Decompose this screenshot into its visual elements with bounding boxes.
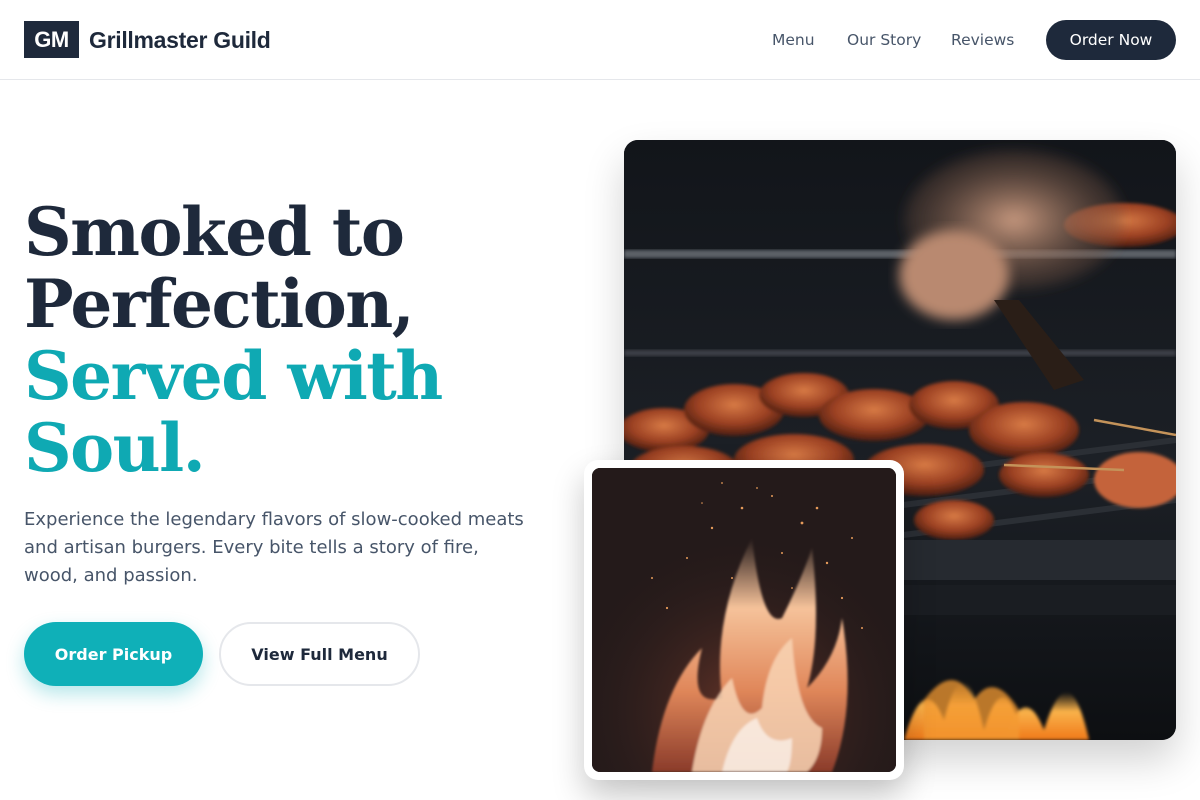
view-full-menu-button[interactable]: View Full Menu	[219, 622, 420, 686]
fire-flames-photo	[592, 468, 896, 772]
logo-mark[interactable]: GM	[24, 21, 79, 58]
order-pickup-button[interactable]: Order Pickup	[24, 622, 203, 686]
order-now-button[interactable]: Order Now	[1046, 20, 1176, 60]
brand-name[interactable]: Grillmaster Guild	[89, 24, 271, 56]
nav-link-menu[interactable]: Menu	[772, 28, 815, 52]
fire-photo-card	[584, 460, 904, 780]
site-header: GM Grillmaster Guild Menu Our Story Revi…	[0, 0, 1200, 80]
nav-link-our-story[interactable]: Our Story	[847, 28, 921, 52]
hero-title: Smoked to Perfection, Served with Soul.	[24, 196, 584, 484]
hero-title-line-4: Soul.	[24, 409, 206, 487]
hero-title-line-3: Served with	[24, 337, 443, 415]
nav-link-reviews[interactable]: Reviews	[951, 28, 1014, 52]
hero-subtitle: Experience the legendary flavors of slow…	[24, 509, 524, 586]
hero-title-line-1: Smoked to	[24, 193, 405, 271]
hero-title-line-2: Perfection,	[24, 265, 415, 343]
